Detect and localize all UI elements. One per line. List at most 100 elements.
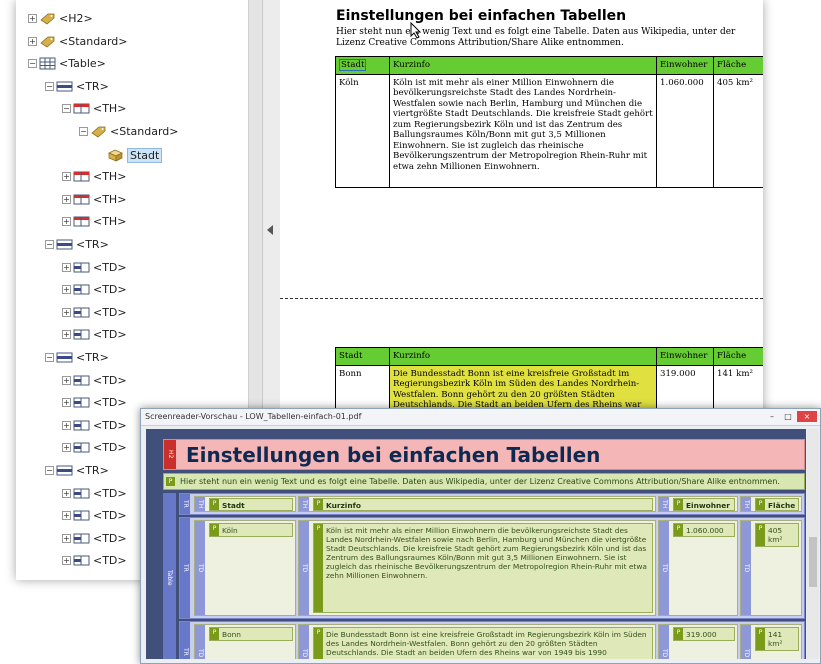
tr-tag-label: TR bbox=[180, 518, 190, 618]
expand-toggle-icon[interactable]: + bbox=[62, 533, 71, 543]
tree-item[interactable]: − <TH> bbox=[62, 99, 248, 119]
tree-item[interactable]: + <TH> bbox=[62, 167, 248, 187]
tree-item[interactable]: Stadt bbox=[96, 145, 248, 165]
tree-item[interactable]: + <TD> bbox=[62, 371, 248, 391]
preview-td-population: TD P 319.000 bbox=[658, 624, 738, 659]
tree-item[interactable]: − <TR> bbox=[45, 348, 245, 368]
expand-toggle-icon[interactable]: + bbox=[28, 36, 37, 46]
td-text: 141 km² bbox=[768, 630, 783, 648]
expand-toggle-icon[interactable]: + bbox=[28, 14, 37, 23]
preview-th-kurzinfo: TH P Kurzinfo bbox=[298, 496, 656, 512]
tree-item-label: <H2> bbox=[59, 12, 93, 25]
p-tag-label: P bbox=[674, 499, 683, 510]
collapse-toggle-icon[interactable]: − bbox=[45, 466, 54, 475]
collapse-toggle-icon[interactable]: − bbox=[79, 127, 88, 136]
p-tag-label: P bbox=[210, 499, 219, 510]
tree-item[interactable]: + <Standard> bbox=[28, 32, 228, 52]
tree-item-label: <TD> bbox=[93, 418, 127, 432]
preview-header-row: TR TH P Stadt TH P Kurzinfo TH P Einwohn… bbox=[179, 493, 805, 515]
document-intro: Hier steht nun ein wenig Text und es fol… bbox=[336, 27, 736, 48]
screenreader-preview-window: Screenreader-Vorschau - LOW_Tabellen-ein… bbox=[140, 408, 821, 664]
td-icon bbox=[73, 418, 90, 433]
td-paragraph: P Köln ist mit mehr als einer Million Ei… bbox=[313, 523, 653, 613]
tr-tag-label: TR bbox=[180, 622, 190, 659]
tree-item[interactable]: + <H2> bbox=[28, 9, 228, 29]
td-text: Die Bundesstadt Bonn ist eine kreisfreie… bbox=[326, 630, 647, 657]
p-tag-label: P bbox=[166, 477, 175, 486]
expand-toggle-icon[interactable]: + bbox=[62, 285, 71, 295]
page-break-line bbox=[280, 298, 763, 299]
minimize-button[interactable]: – bbox=[765, 411, 779, 422]
preview-intro-text: Hier steht nun ein wenig Text und es fol… bbox=[180, 477, 780, 486]
tree-item[interactable]: + <TD> bbox=[62, 325, 248, 345]
th-icon bbox=[73, 169, 90, 184]
td-paragraph: P 405 km² bbox=[755, 523, 799, 547]
tree-item-label: <TD> bbox=[93, 554, 127, 568]
tree-item-label: <TD> bbox=[93, 486, 127, 500]
td-tag-label: TD bbox=[195, 625, 205, 659]
expand-toggle-icon[interactable]: + bbox=[62, 194, 71, 204]
tree-item[interactable]: − <TR> bbox=[45, 235, 245, 255]
preview-title-bar: Screenreader-Vorschau - LOW_Tabellen-ein… bbox=[141, 409, 820, 426]
expand-toggle-icon[interactable]: + bbox=[62, 330, 71, 340]
preview-window-title: Screenreader-Vorschau - LOW_Tabellen-ein… bbox=[145, 412, 362, 421]
expand-toggle-icon[interactable]: + bbox=[62, 375, 71, 385]
preview-th-einwohner: TH P Einwohner bbox=[658, 496, 738, 512]
preview-td-city: TD P Köln bbox=[194, 520, 296, 616]
tr-icon bbox=[56, 350, 73, 365]
collapse-toggle-icon[interactable]: − bbox=[45, 81, 54, 91]
expand-toggle-icon[interactable]: + bbox=[62, 217, 71, 227]
tree-item[interactable]: + <TH> bbox=[62, 212, 248, 232]
preview-row: TR TD P Köln TD P Köln ist mit mehr als … bbox=[179, 517, 805, 619]
th-tag-label: TH bbox=[741, 497, 751, 511]
collapse-arrow-icon[interactable] bbox=[267, 225, 273, 235]
expand-toggle-icon[interactable]: + bbox=[62, 488, 71, 498]
preview-td-city: TD P Bonn bbox=[194, 624, 296, 659]
collapse-toggle-icon[interactable]: − bbox=[62, 104, 71, 114]
td-tag-label: TD bbox=[659, 521, 669, 615]
expand-toggle-icon[interactable]: + bbox=[62, 511, 71, 521]
p-tag-label: P bbox=[314, 499, 323, 510]
table-header-row: Stadt Kurzinfo Einwohner Fläche bbox=[335, 56, 763, 75]
tree-item[interactable]: + <TD> bbox=[62, 280, 248, 300]
collapse-toggle-icon[interactable]: − bbox=[28, 59, 37, 69]
maximize-button[interactable]: □ bbox=[781, 411, 795, 422]
expand-toggle-icon[interactable]: + bbox=[62, 556, 71, 566]
preview-scrollbar[interactable] bbox=[807, 429, 819, 659]
expand-toggle-icon[interactable]: + bbox=[62, 172, 71, 182]
tree-item[interactable]: + <TH> bbox=[62, 190, 248, 210]
tree-item-label: <TD> bbox=[93, 373, 127, 387]
tree-item-label: <TD> bbox=[93, 509, 127, 523]
tree-item-label: <TH> bbox=[93, 192, 127, 206]
tree-item[interactable]: − <Standard> bbox=[79, 122, 248, 142]
td-tag-label: TD bbox=[299, 521, 309, 615]
tree-item[interactable]: − <TR> bbox=[45, 77, 245, 97]
tree-item-label: <Table> bbox=[59, 57, 106, 71]
tree-item[interactable]: − <Table> bbox=[28, 54, 228, 74]
td-paragraph: P 319.000 bbox=[673, 627, 735, 641]
collapse-toggle-icon[interactable]: − bbox=[45, 353, 54, 362]
td-text: 1.060.000 bbox=[686, 526, 724, 535]
document-table-1: Stadt Kurzinfo Einwohner Fläche Köln Köl… bbox=[335, 56, 763, 188]
tree-item[interactable]: + <TD> bbox=[62, 258, 248, 278]
close-button[interactable]: × bbox=[797, 411, 817, 422]
expand-toggle-icon[interactable]: + bbox=[62, 262, 71, 272]
expand-toggle-icon[interactable]: + bbox=[62, 420, 71, 430]
table-row: Köln Köln ist mit mehr als einer Million… bbox=[335, 73, 763, 188]
td-text: Köln bbox=[222, 526, 238, 535]
tree-item[interactable]: + <TD> bbox=[62, 303, 248, 323]
th-flaeche: Fläche bbox=[713, 347, 763, 366]
expand-toggle-icon[interactable]: + bbox=[62, 307, 71, 317]
scrollbar-thumb[interactable] bbox=[809, 537, 817, 587]
th-text: Kurzinfo bbox=[326, 501, 361, 510]
td-icon bbox=[73, 373, 90, 388]
th-stadt: Stadt bbox=[335, 347, 390, 366]
expand-toggle-icon[interactable]: + bbox=[62, 443, 71, 453]
td-tag-label: TD bbox=[299, 625, 309, 659]
th-icon bbox=[73, 214, 90, 229]
table-header-row: Stadt Kurzinfo Einwohner Fläche bbox=[335, 347, 763, 366]
th-einwohner: Einwohner bbox=[656, 347, 714, 366]
expand-toggle-icon[interactable]: + bbox=[62, 398, 71, 408]
collapse-toggle-icon[interactable]: − bbox=[45, 240, 54, 249]
tree-item-label: <TD> bbox=[93, 531, 127, 545]
